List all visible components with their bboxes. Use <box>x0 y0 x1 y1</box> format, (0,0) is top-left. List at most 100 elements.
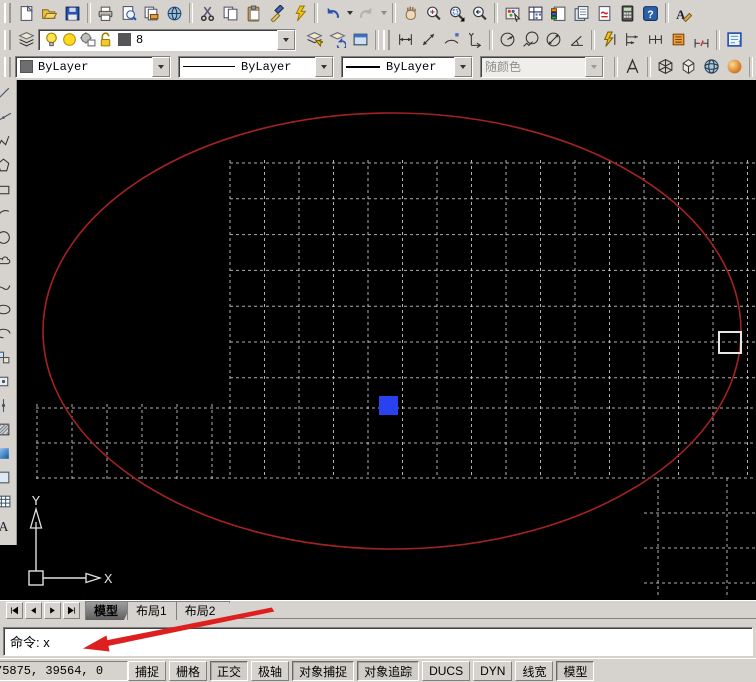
plot-button[interactable] <box>94 3 117 24</box>
ellipse-arc-button[interactable] <box>0 323 15 344</box>
visual-style-3d-wireframe-button[interactable] <box>654 56 677 77</box>
undo-button[interactable] <box>321 3 344 24</box>
tab-nav-first[interactable] <box>6 602 23 619</box>
layer-on-bulb-icon[interactable] <box>43 31 60 48</box>
match-properties-button[interactable] <box>265 3 288 24</box>
lineweight-dropdown-caret[interactable] <box>454 57 472 77</box>
dim-break-button[interactable] <box>690 29 713 50</box>
new-button[interactable] <box>15 3 38 24</box>
zoom-realtime-button[interactable] <box>422 3 445 24</box>
command-line-input[interactable]: 命令: x <box>3 627 753 656</box>
lineweight-control-dropdown[interactable]: ByLayer <box>341 56 473 78</box>
model-space-view[interactable]: YX <box>0 80 756 600</box>
layer-thaw-sun-icon[interactable] <box>61 31 78 48</box>
dim-diameter-button[interactable] <box>542 29 565 50</box>
toolbar-grip[interactable] <box>4 57 11 77</box>
coordinate-readout[interactable]: 75875, 39564, 0 <box>0 661 128 681</box>
lineweight-toggle[interactable]: 线宽 <box>515 661 553 681</box>
dim-arc-length-button[interactable] <box>440 29 463 50</box>
text-style-button[interactable] <box>621 56 644 77</box>
toolbar-grip[interactable] <box>4 30 11 50</box>
paste-button[interactable] <box>242 3 265 24</box>
color-control-dropdown[interactable]: ByLayer <box>15 56 171 78</box>
visual-style-realistic-button[interactable] <box>700 56 723 77</box>
copy-button[interactable] <box>219 3 242 24</box>
drawing-canvas[interactable]: YX <box>0 80 756 600</box>
polygon-button[interactable] <box>0 155 15 176</box>
publish-button[interactable] <box>140 3 163 24</box>
line-button[interactable] <box>0 83 15 104</box>
toolbar-grip[interactable] <box>4 3 11 23</box>
point-button[interactable] <box>0 395 15 416</box>
dim-jogged-button[interactable] <box>519 29 542 50</box>
polyline-button[interactable] <box>0 131 15 152</box>
dim-baseline-button[interactable] <box>621 29 644 50</box>
cut-button[interactable] <box>196 3 219 24</box>
dim-radius-button[interactable] <box>496 29 519 50</box>
dim-continue-button[interactable] <box>644 29 667 50</box>
layer-unlock-icon[interactable] <box>97 31 114 48</box>
layer-previous-button[interactable] <box>326 29 349 50</box>
open-button[interactable] <box>38 3 61 24</box>
markup-set-manager-button[interactable] <box>593 3 616 24</box>
pan-button[interactable] <box>399 3 422 24</box>
quick-dimension-button[interactable] <box>598 29 621 50</box>
layer-freeze-viewport-icon[interactable] <box>79 31 96 48</box>
snap-toggle[interactable]: 捕捉 <box>128 661 166 681</box>
spline-button[interactable] <box>0 275 15 296</box>
ortho-toggle[interactable]: 正交 <box>210 661 248 681</box>
circle-button[interactable] <box>0 227 15 248</box>
dyn-toggle[interactable]: DYN <box>473 661 512 681</box>
zoom-previous-button[interactable] <box>468 3 491 24</box>
insert-block-button[interactable] <box>0 347 15 368</box>
tool-palettes-button[interactable] <box>547 3 570 24</box>
dim-aligned-button[interactable] <box>417 29 440 50</box>
osnap-toggle[interactable]: 对象捕捉 <box>292 661 354 681</box>
tab-nav-previous[interactable] <box>25 602 42 619</box>
zoom-window-button[interactable] <box>445 3 468 24</box>
table-button[interactable] <box>0 491 15 512</box>
visual-style-3d-hidden-button[interactable] <box>677 56 700 77</box>
blue-solid-square-object[interactable] <box>379 396 398 415</box>
tab-layout2[interactable]: 布局2 <box>176 601 231 620</box>
dim-space-button[interactable] <box>667 29 690 50</box>
ellipse-button[interactable] <box>0 299 15 320</box>
layer-control-dropdown[interactable]: 8 <box>38 29 296 51</box>
make-block-button[interactable] <box>0 371 15 392</box>
model-space-toggle[interactable]: 模型 <box>556 661 594 681</box>
linetype-dropdown-caret[interactable] <box>315 57 333 77</box>
region-button[interactable] <box>0 467 15 488</box>
dim-ordinate-button[interactable] <box>463 29 486 50</box>
polar-toggle[interactable]: 极轴 <box>251 661 289 681</box>
dim-angular-button[interactable] <box>565 29 588 50</box>
plot-preview-button[interactable] <box>117 3 140 24</box>
toolbar-grip[interactable] <box>383 30 390 50</box>
linetype-control-dropdown[interactable]: ByLayer <box>178 56 334 78</box>
visual-style-conceptual-button[interactable] <box>723 56 746 77</box>
layer-states-button[interactable] <box>349 29 372 50</box>
dim-linear-button[interactable] <box>394 29 417 50</box>
make-object-layer-current-button[interactable] <box>303 29 326 50</box>
quickcalc-button[interactable] <box>616 3 639 24</box>
tab-nav-last[interactable] <box>63 602 80 619</box>
properties-palette-button[interactable] <box>501 3 524 24</box>
tab-nav-next[interactable] <box>44 602 61 619</box>
layer-properties-manager-button[interactable] <box>15 29 38 50</box>
sheet-set-manager-button[interactable] <box>570 3 593 24</box>
arc-button[interactable] <box>0 203 15 224</box>
construction-line-button[interactable] <box>0 107 15 128</box>
hatch-button[interactable] <box>0 419 15 440</box>
undo-dropdown[interactable] <box>344 3 355 24</box>
layer-dropdown-caret[interactable] <box>277 30 295 50</box>
color-dropdown-caret[interactable] <box>152 57 170 77</box>
save-button[interactable] <box>61 3 84 24</box>
ducs-toggle[interactable]: DUCS <box>422 661 470 681</box>
gradient-button[interactable] <box>0 443 15 464</box>
edit-text-button[interactable]: A <box>672 3 695 24</box>
grid-toggle[interactable]: 栅格 <box>169 661 207 681</box>
dim-style-button[interactable]: 1 <box>723 29 746 50</box>
rectangle-button[interactable] <box>0 179 15 200</box>
web-publish-button[interactable] <box>163 3 186 24</box>
tab-model[interactable]: 模型 <box>85 601 133 620</box>
mtext-button[interactable]: A <box>0 515 15 536</box>
